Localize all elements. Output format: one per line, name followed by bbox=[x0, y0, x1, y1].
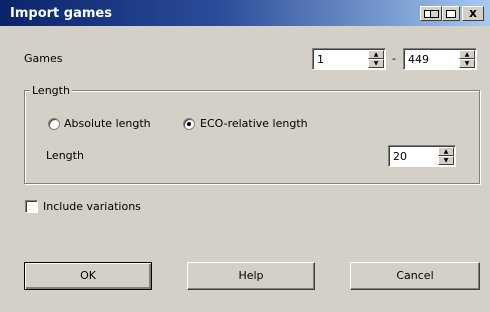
games-range-separator: - bbox=[392, 52, 396, 65]
eco-relative-length-label[interactable]: ECO-relative length bbox=[200, 117, 308, 130]
include-variations-label[interactable]: Include variations bbox=[43, 200, 141, 213]
include-variations-checkbox[interactable] bbox=[25, 200, 38, 213]
radio-selected-dot bbox=[187, 122, 191, 126]
games-from-spinner: ▲ ▼ bbox=[368, 50, 384, 68]
absolute-length-label[interactable]: Absolute length bbox=[64, 117, 151, 130]
cancel-button[interactable]: Cancel bbox=[350, 262, 480, 290]
restore-icon-back bbox=[430, 10, 439, 18]
help-button-label: Help bbox=[238, 269, 264, 282]
restore-button[interactable] bbox=[420, 6, 442, 21]
games-to-value: 449 bbox=[408, 53, 429, 66]
ok-button[interactable]: OK bbox=[24, 262, 152, 290]
games-from-spinbox[interactable]: 1 ▲ ▼ bbox=[312, 48, 386, 70]
length-group-legend: Length bbox=[30, 84, 72, 97]
length-groupbox bbox=[24, 90, 480, 184]
ok-button-label: OK bbox=[80, 269, 96, 282]
length-spinbox[interactable]: 20 ▲ ▼ bbox=[388, 145, 456, 167]
close-button[interactable]: x bbox=[462, 6, 484, 21]
spin-down-icon[interactable]: ▼ bbox=[459, 59, 475, 68]
spin-up-icon[interactable]: ▲ bbox=[459, 50, 475, 59]
tile-button[interactable] bbox=[442, 6, 460, 21]
length-value: 20 bbox=[393, 150, 407, 163]
games-from-value: 1 bbox=[317, 53, 324, 66]
spin-down-icon[interactable]: ▼ bbox=[438, 156, 454, 165]
dialog-client: Games 1 ▲ ▼ - 449 ▲ ▼ Length Absolute le… bbox=[0, 26, 490, 312]
games-to-spinbox[interactable]: 449 ▲ ▼ bbox=[403, 48, 477, 70]
window-title: Import games bbox=[10, 6, 112, 21]
eco-relative-length-radio[interactable] bbox=[183, 118, 195, 130]
tile-icon bbox=[446, 10, 456, 18]
games-label: Games bbox=[24, 52, 63, 65]
spin-up-icon[interactable]: ▲ bbox=[438, 147, 454, 156]
length-spinner: ▲ ▼ bbox=[438, 147, 454, 165]
absolute-length-radio[interactable] bbox=[48, 118, 60, 130]
spin-up-icon[interactable]: ▲ bbox=[368, 50, 384, 59]
cancel-button-label: Cancel bbox=[396, 269, 434, 282]
title-bar: Import games x bbox=[0, 0, 490, 26]
close-icon: x bbox=[469, 6, 477, 20]
spin-down-icon[interactable]: ▼ bbox=[368, 59, 384, 68]
help-button[interactable]: Help bbox=[187, 262, 315, 290]
length-value-label: Length bbox=[46, 149, 84, 162]
games-to-spinner: ▲ ▼ bbox=[459, 50, 475, 68]
